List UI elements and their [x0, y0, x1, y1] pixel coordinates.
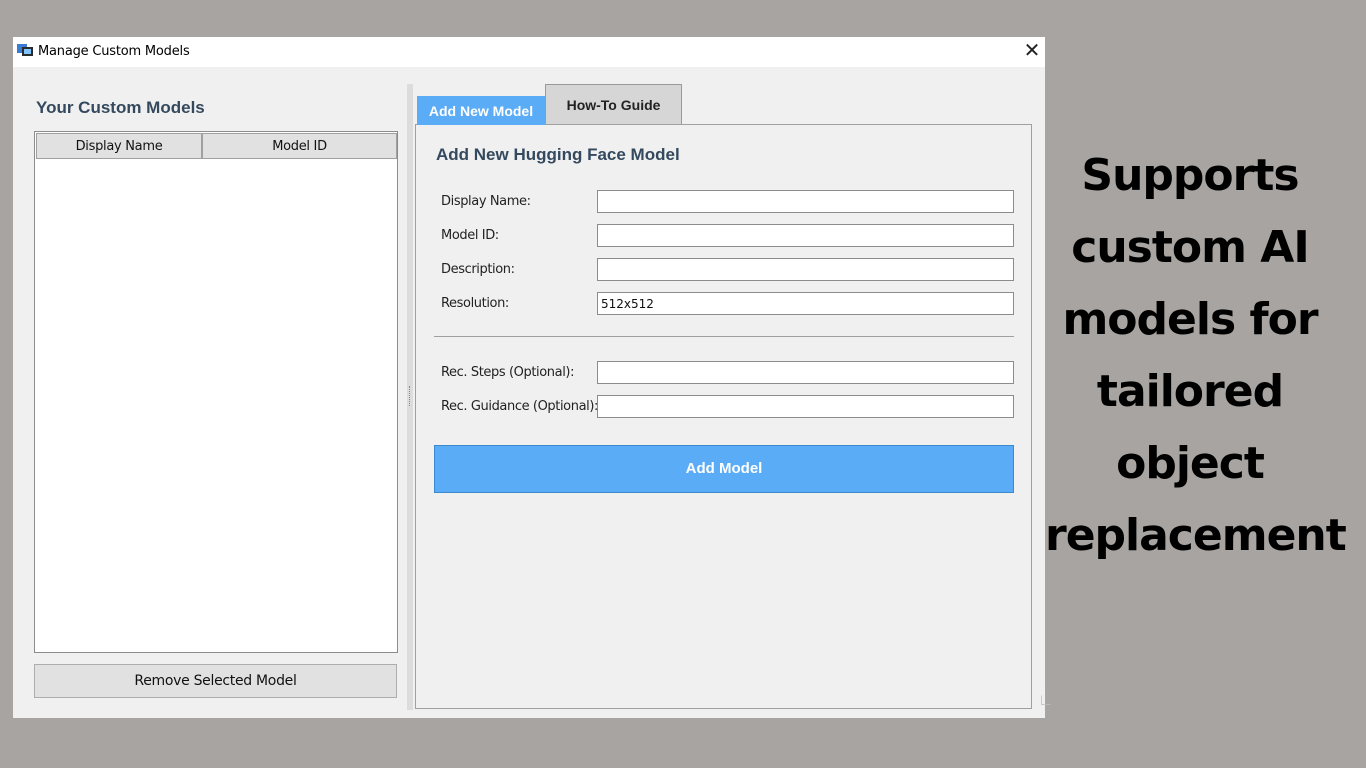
model-id-field[interactable]: [597, 224, 1014, 247]
form-heading: Add New Hugging Face Model: [436, 145, 680, 164]
splitter-grip-icon[interactable]: [409, 386, 412, 406]
title-bar: Manage Custom Models ✕: [13, 37, 1045, 67]
rec-steps-field[interactable]: [597, 361, 1014, 384]
resolution-field[interactable]: [597, 292, 1014, 315]
display-name-field[interactable]: [597, 190, 1014, 213]
manage-custom-models-window: Manage Custom Models ✕ Your Custom Model…: [13, 37, 1054, 718]
model-id-label: Model ID:: [441, 228, 499, 243]
tab-how-to-guide[interactable]: How-To Guide: [545, 84, 682, 124]
column-header-display-name[interactable]: Display Name: [36, 133, 202, 159]
description-field[interactable]: [597, 258, 1014, 281]
add-model-button[interactable]: Add Model: [434, 445, 1014, 493]
rec-guidance-label: Rec. Guidance (Optional):: [441, 399, 599, 414]
resize-grip-icon[interactable]: ∟: [1038, 692, 1054, 710]
form-separator: [434, 336, 1014, 337]
rec-steps-label: Rec. Steps (Optional):: [441, 365, 575, 380]
promo-caption: Supports custom AI models for tailored o…: [1045, 150, 1347, 561]
remove-selected-model-button[interactable]: Remove Selected Model: [34, 664, 397, 698]
custom-models-heading: Your Custom Models: [36, 98, 205, 117]
description-label: Description:: [441, 262, 515, 277]
tab-add-new-model[interactable]: Add New Model: [417, 96, 545, 125]
close-button[interactable]: ✕: [1019, 37, 1045, 65]
resolution-label: Resolution:: [441, 296, 509, 311]
column-header-model-id[interactable]: Model ID: [202, 133, 397, 159]
display-name-label: Display Name:: [441, 194, 531, 209]
rec-guidance-field[interactable]: [597, 395, 1014, 418]
app-icon: [17, 44, 33, 56]
custom-models-table[interactable]: Display Name Model ID: [34, 131, 398, 653]
table-header: Display Name Model ID: [36, 133, 397, 159]
window-title: Manage Custom Models: [38, 44, 190, 59]
